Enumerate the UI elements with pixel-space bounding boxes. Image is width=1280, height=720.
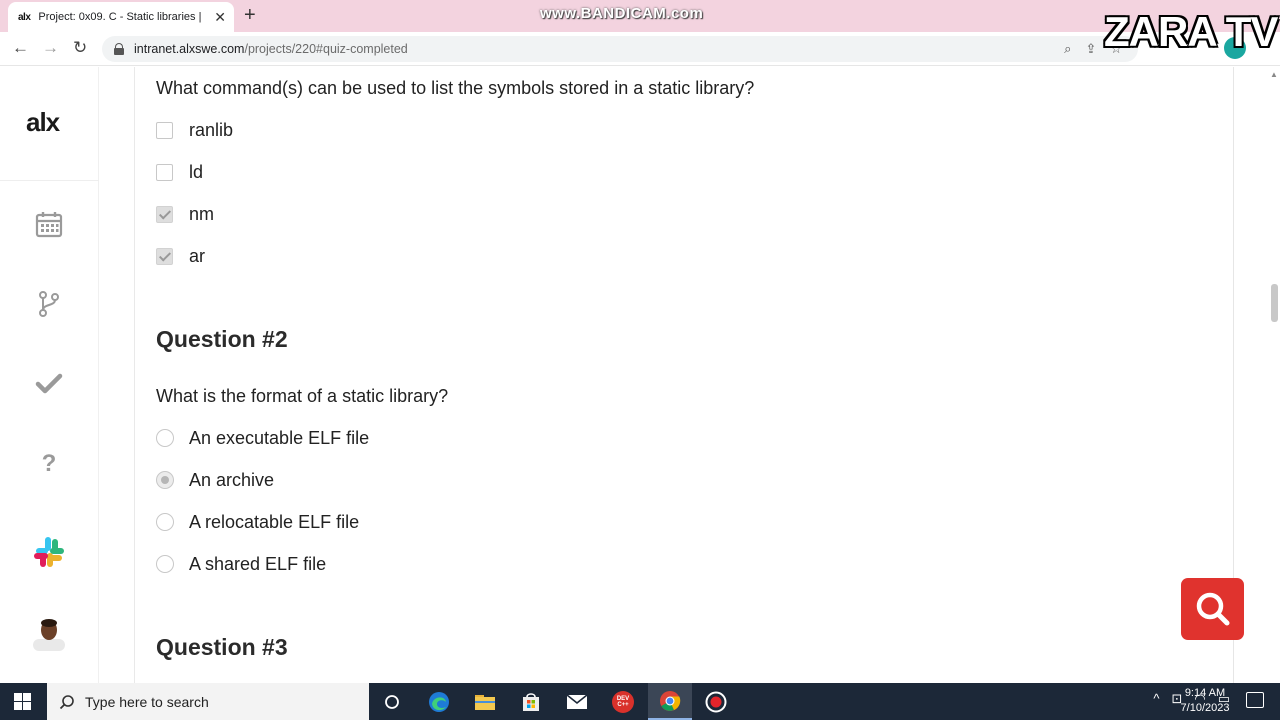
checkmark-icon[interactable] [30,365,68,403]
q2-option-shared-elf[interactable]: A shared ELF file [156,553,326,575]
q2-option-archive[interactable]: An archive [156,469,274,491]
q1-option-nm[interactable]: nm [156,203,214,225]
share-icon[interactable]: ⇪ [1085,41,1096,57]
checkbox-checked[interactable] [156,247,173,265]
radio-button-selected[interactable] [156,471,174,489]
edge-browser-icon[interactable] [417,683,461,720]
taskbar-search-box[interactable]: Type here to search [47,683,369,720]
radio-button[interactable] [156,429,174,447]
tab-strip: alx Project: 0x09. C - Static libraries … [0,0,1280,32]
sidebar: alx ? [0,67,99,683]
quiz-content: What command(s) can be used to list the … [156,67,1232,683]
alx-logo[interactable]: alx [26,107,60,138]
question-3-heading: Question #3 [156,634,288,660]
search-fab-button[interactable] [1181,578,1244,640]
q1-option-ar[interactable]: ar [156,245,205,267]
option-label: ranlib [189,119,234,140]
clock-date: 7/10/2023 [1180,702,1230,714]
option-label: An executable ELF file [189,427,370,448]
q1-option-ranlib[interactable]: ranlib [156,119,233,141]
option-label: ld [189,161,204,182]
chrome-browser-icon[interactable] [648,683,692,720]
bandicam-watermark: www.BANDICAM.com [540,5,704,22]
windows-taskbar: Type here to search DEV C++ ^ ⊡ ◠ ▭ 9:14… [0,683,1280,720]
reload-icon[interactable]: ↻ [73,38,87,58]
browser-tab[interactable]: alx Project: 0x09. C - Static libraries … [8,2,234,32]
file-explorer-icon[interactable] [463,683,507,720]
q2-option-executable-elf[interactable]: An executable ELF file [156,427,369,449]
bandicam-record-icon[interactable] [694,683,738,720]
scrollbar-thumb[interactable] [1271,284,1278,322]
address-bar[interactable]: intranet.alxswe.com/projects/220#quiz-co… [102,36,1138,62]
sidebar-divider [0,180,99,181]
search-icon [1196,592,1229,626]
windows-start-icon[interactable] [14,693,31,710]
scroll-up-arrow-icon[interactable]: ▲ [1270,70,1278,79]
calendar-icon[interactable] [30,205,68,243]
url-text: intranet.alxswe.com/projects/220#quiz-co… [134,42,408,56]
sidebar-gutter [99,67,135,683]
lock-icon [114,43,124,55]
option-label: An archive [189,469,275,490]
search-icon [59,694,74,709]
clock-time: 9:14 AM [1184,687,1226,699]
checkbox-checked[interactable] [156,205,173,223]
option-label: ar [189,245,206,266]
tab-title: Project: 0x09. C - Static libraries | [38,11,202,23]
q2-option-relocatable-elf[interactable]: A relocatable ELF file [156,511,359,533]
notification-center-icon[interactable] [1246,692,1264,708]
question-1-text: What command(s) can be used to list the … [156,78,755,98]
question-mark-icon[interactable]: ? [30,445,68,483]
mail-icon[interactable] [555,683,599,720]
radio-button[interactable] [156,513,174,531]
microsoft-store-icon[interactable] [509,683,553,720]
page-scrollbar[interactable] [1268,67,1280,683]
checkbox[interactable] [156,163,173,181]
question-2-text: What is the format of a static library? [156,386,449,406]
checkbox[interactable] [156,121,173,139]
task-view-icon[interactable] [370,683,414,720]
user-avatar[interactable] [30,615,68,653]
git-branch-icon[interactable] [30,285,68,323]
q1-option-ld[interactable]: ld [156,161,203,183]
dev-cpp-icon[interactable]: DEV C++ [601,683,645,720]
radio-button[interactable] [156,555,174,573]
alx-favicon-icon: alx [18,11,31,23]
option-label: nm [189,203,215,224]
close-tab-icon[interactable]: ✕ [214,9,226,26]
zoom-icon[interactable]: ⌕ [1064,41,1071,57]
chevron-up-icon[interactable]: ^ [1153,691,1159,707]
slack-icon[interactable] [30,533,68,571]
question-2-heading: Question #2 [156,326,288,352]
search-placeholder: Type here to search [85,693,209,710]
browser-toolbar: ← → ↻ intranet.alxswe.com/projects/220#q… [0,32,1280,66]
option-label: A relocatable ELF file [189,511,360,532]
system-clock[interactable]: 9:14 AM 7/10/2023 [1172,686,1238,716]
option-label: A shared ELF file [189,553,327,574]
back-arrow-icon[interactable]: ← [12,38,29,58]
channel-watermark: ZARA TV [1104,8,1278,55]
forward-arrow-icon[interactable]: → [42,38,59,58]
new-tab-button[interactable]: + [244,4,256,27]
